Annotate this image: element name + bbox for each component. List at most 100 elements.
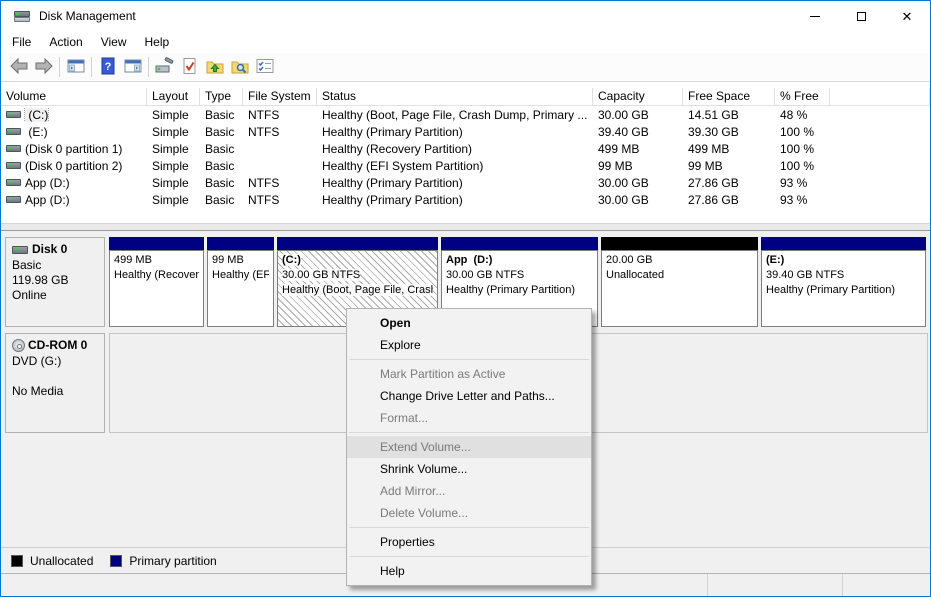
context-menu-separator	[349, 432, 589, 433]
cell-layout: Simple	[147, 108, 200, 122]
legend-swatch	[11, 555, 23, 567]
menu-action[interactable]: Action	[40, 33, 91, 51]
help-icon: ?	[98, 57, 118, 78]
partition-499mb[interactable]: 499 MBHealthy (Recovery Partition)	[109, 237, 204, 327]
table-row[interactable]: (Disk 0 partition 1)SimpleBasicHealthy (…	[1, 140, 930, 157]
column-header-file-system[interactable]: File System	[243, 88, 317, 106]
maximize-icon	[857, 12, 866, 21]
cell-volume: (C:)	[1, 108, 147, 122]
volume-icon	[6, 128, 21, 135]
partition-name: App (D:)	[446, 253, 593, 268]
partition-health: Healthy (Primary Partition)	[446, 283, 593, 298]
table-row[interactable]: (Disk 0 partition 2)SimpleBasicHealthy (…	[1, 157, 930, 174]
partition-box: 99 MBHealthy (EFI System Partition)	[207, 250, 274, 327]
disk-0-name: Disk 0	[32, 242, 67, 257]
cell-pct_free: 93 %	[775, 193, 830, 207]
check-document-button[interactable]	[177, 56, 202, 79]
table-row[interactable]: (C:)SimpleBasicNTFSHealthy (Boot, Page F…	[1, 106, 930, 123]
column-header-filler	[830, 88, 930, 106]
cell-type: Basic	[200, 193, 243, 207]
context-menu-item-properties[interactable]: Properties	[347, 531, 591, 553]
device-properties-button[interactable]	[152, 56, 177, 79]
minimize-button[interactable]	[792, 1, 838, 31]
context-menu-item-open[interactable]: Open	[347, 312, 591, 334]
cell-pct_free: 48 %	[775, 108, 830, 122]
pane-splitter[interactable]	[1, 223, 930, 231]
console-tree-button[interactable]	[63, 56, 88, 79]
disk-0-info[interactable]: Disk 0 Basic 119.98 GB Online	[5, 237, 105, 327]
partition-e[interactable]: (E:)39.40 GB NTFSHealthy (Primary Partit…	[761, 237, 926, 327]
cell-free: 499 MB	[683, 142, 775, 156]
volume-icon	[6, 111, 21, 118]
action-pane-button[interactable]	[120, 56, 145, 79]
partition-name: (E:)	[766, 253, 921, 268]
partition-health: Unallocated	[606, 268, 753, 283]
context-menu-item-shrink-volume[interactable]: Shrink Volume...	[347, 458, 591, 480]
volume-table-header: VolumeLayoutTypeFile SystemStatusCapacit…	[1, 88, 930, 106]
volume-icon	[6, 196, 21, 203]
column-header-status[interactable]: Status	[317, 88, 593, 106]
disk-management-app-icon	[14, 11, 30, 22]
cdrom-name: CD-ROM 0	[28, 338, 87, 353]
back-arrow-button[interactable]	[6, 56, 31, 79]
maximize-button[interactable]	[838, 1, 884, 31]
column-header-capacity[interactable]: Capacity	[593, 88, 683, 106]
partition-status-bar	[761, 237, 926, 250]
context-menu-item-change-drive-letter-and-paths[interactable]: Change Drive Letter and Paths...	[347, 385, 591, 407]
context-menu-item-delete-volume: Delete Volume...	[347, 502, 591, 524]
volume-label: (Disk 0 partition 2)	[25, 159, 122, 173]
forward-arrow-icon	[34, 57, 54, 78]
partition-size: 499 MB	[114, 253, 199, 268]
table-row[interactable]: App (D:)SimpleBasicNTFSHealthy (Primary …	[1, 191, 930, 208]
partition-status-bar	[109, 237, 204, 250]
legend-label: Primary partition	[129, 554, 216, 568]
folder-up-button[interactable]	[202, 56, 227, 79]
volume-label: App (D:)	[25, 176, 70, 190]
column-header-layout[interactable]: Layout	[147, 88, 200, 106]
cdrom-info[interactable]: CD-ROM 0 DVD (G:) No Media	[5, 333, 105, 433]
menu-view[interactable]: View	[92, 33, 136, 51]
cell-pct_free: 100 %	[775, 125, 830, 139]
status-bar-section	[842, 574, 930, 596]
window-title: Disk Management	[39, 9, 136, 23]
menu-help[interactable]: Help	[136, 33, 179, 51]
table-row[interactable]: App (D:)SimpleBasicNTFSHealthy (Primary …	[1, 174, 930, 191]
context-menu-separator	[349, 359, 589, 360]
context-menu-item-mark-partition-as-active: Mark Partition as Active	[347, 363, 591, 385]
partition-99mb[interactable]: 99 MBHealthy (EFI System Partition)	[207, 237, 274, 327]
legend-label: Unallocated	[30, 554, 93, 568]
partition-box: (E:)39.40 GB NTFSHealthy (Primary Partit…	[761, 250, 926, 327]
cell-layout: Simple	[147, 193, 200, 207]
column-header-volume[interactable]: Volume	[1, 88, 147, 106]
partition-health: Healthy (Recovery Partition)	[114, 268, 199, 283]
context-menu-item-explore[interactable]: Explore	[347, 334, 591, 356]
context-menu-item-help[interactable]: Help	[347, 560, 591, 582]
partition-name: (C:)	[282, 253, 433, 268]
status-bar-section	[707, 574, 842, 596]
help-button[interactable]: ?	[95, 56, 120, 79]
column-header--free[interactable]: % Free	[775, 88, 830, 106]
cell-capacity: 30.00 GB	[593, 176, 683, 190]
volume-label: (C:)	[25, 108, 48, 122]
cell-fs: NTFS	[243, 108, 317, 122]
folder-find-button[interactable]	[227, 56, 252, 79]
close-button[interactable]: ✕	[884, 1, 930, 31]
cdrom-icon	[12, 339, 25, 352]
table-row[interactable]: (E:)SimpleBasicNTFSHealthy (Primary Part…	[1, 123, 930, 140]
cell-volume: (Disk 0 partition 2)	[1, 159, 147, 173]
context-menu-item-add-mirror: Add Mirror...	[347, 480, 591, 502]
menu-bar: FileActionViewHelp	[1, 31, 930, 53]
forward-arrow-button[interactable]	[31, 56, 56, 79]
title-bar: Disk Management ✕	[1, 1, 930, 31]
cell-volume: (Disk 0 partition 1)	[1, 142, 147, 156]
column-header-free-space[interactable]: Free Space	[683, 88, 775, 106]
partition-unallocated[interactable]: 20.00 GBUnallocated	[601, 237, 758, 327]
disk-0-status: Online	[12, 288, 100, 303]
column-header-type[interactable]: Type	[200, 88, 243, 106]
cell-capacity: 39.40 GB	[593, 125, 683, 139]
checklist-button[interactable]	[252, 56, 277, 79]
legend-item-primary-partition: Primary partition	[110, 554, 216, 568]
menu-file[interactable]: File	[3, 33, 40, 51]
partition-status-bar	[277, 237, 438, 250]
cell-free: 27.86 GB	[683, 176, 775, 190]
